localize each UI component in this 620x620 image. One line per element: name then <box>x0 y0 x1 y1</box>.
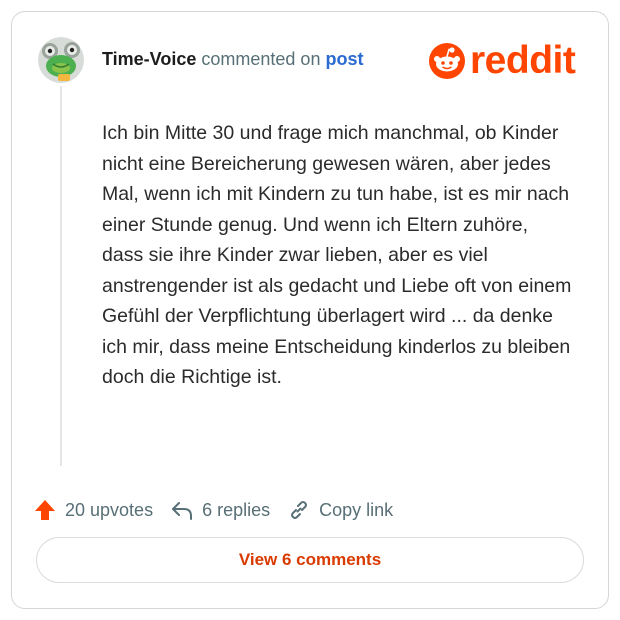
username-link[interactable]: Time-Voice <box>102 49 196 69</box>
thread-line <box>60 86 62 466</box>
reddit-snoo-icon <box>429 42 465 79</box>
comment-body: Ich bin Mitte 30 und frage mich manchmal… <box>102 122 572 388</box>
comment-actions: 20 upvotes 6 replies Copy link <box>34 499 411 521</box>
comment-header: Time-Voice commented on post <box>102 49 363 70</box>
upvote-arrow-icon <box>35 500 55 520</box>
copy-link-button[interactable]: Copy link <box>288 499 393 521</box>
upvote-button[interactable]: 20 upvotes <box>34 499 153 521</box>
view-comments-button[interactable]: View 6 comments <box>36 537 584 583</box>
avatar[interactable] <box>38 37 84 83</box>
comment-card: Time-Voice commented on post reddit Ich … <box>11 11 609 609</box>
upvotes-label: 20 upvotes <box>65 499 154 520</box>
replies-button[interactable]: 6 replies <box>171 499 270 521</box>
reddit-wordmark: reddit <box>470 39 576 82</box>
comment-action-text: commented on <box>201 49 321 69</box>
reply-icon <box>172 502 193 520</box>
copy-link-label: Copy link <box>319 499 394 520</box>
replies-label: 6 replies <box>202 499 271 520</box>
link-icon <box>291 501 308 519</box>
reddit-logo: reddit <box>429 39 576 82</box>
frog-avatar-icon <box>38 37 84 83</box>
post-link[interactable]: post <box>325 49 363 69</box>
